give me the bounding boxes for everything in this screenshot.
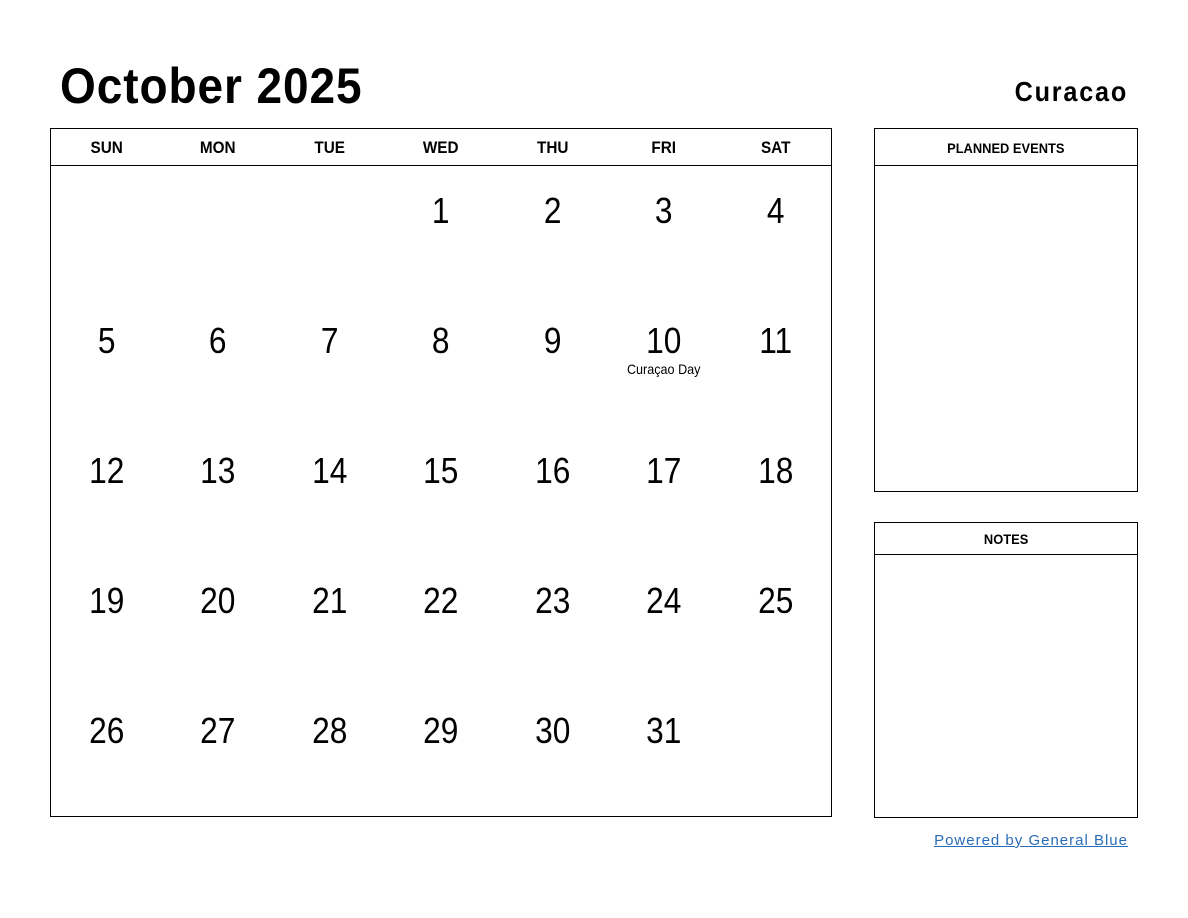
day-number: 24 [646,580,682,621]
day-cell: 4 [720,166,831,296]
day-cell: 11 [720,296,831,426]
calendar-body: 1 2 3 4 5 6 7 8 9 10 Curaçao Day 11 12 13 14 15 16 17 18 19… [51,166,831,816]
notes-panel: NOTES [874,522,1138,818]
day-number: 21 [311,580,348,621]
day-cell: 7 [274,296,385,426]
day-cell: 22 [385,556,496,686]
day-number: 17 [646,450,682,491]
day-cell: 6 [162,296,273,426]
day-number: 23 [534,580,571,621]
holiday-label: Curaçao Day [627,361,701,377]
notes-header: NOTES [875,523,1137,555]
day-number: 4 [766,190,785,231]
weekday-header: SUN MON TUE WED THU FRI SAT [51,129,831,166]
day-cell [51,166,162,296]
day-cell: 30 [497,686,608,816]
day-cell: 20 [162,556,273,686]
planned-events-header: PLANNED EVENTS [875,129,1137,166]
day-number [281,166,379,191]
day-number: 10 [646,320,682,361]
day-cell: 16 [497,426,608,556]
day-cell: 1 [385,166,496,296]
day-number: 7 [320,320,339,361]
day-number: 29 [423,710,459,751]
calendar-grid: SUN MON TUE WED THU FRI SAT 1 2 3 4 5 6 7 8 9 10 C… [50,128,832,817]
day-number: 13 [200,450,236,491]
day-cell: 9 [497,296,608,426]
weekday-mon: MON [200,138,236,157]
weekday-tue: TUE [314,138,345,157]
day-cell [162,166,273,296]
day-number [726,686,824,711]
day-cell: 15 [385,426,496,556]
weekday-wed: WED [423,138,459,157]
day-number: 8 [432,320,450,361]
day-number: 14 [311,450,348,491]
day-number: 5 [97,320,116,361]
day-number: 9 [543,320,562,361]
day-number: 28 [311,710,348,751]
day-number: 1 [432,190,450,231]
powered-by-link[interactable]: Powered by General Blue [934,832,1128,849]
day-number: 15 [423,450,459,491]
day-cell: 28 [274,686,385,816]
day-number: 2 [543,190,562,231]
planned-events-title: PLANNED EVENTS [947,140,1065,156]
day-number: 12 [89,450,125,491]
day-cell: 5 [51,296,162,426]
day-cell: 26 [51,686,162,816]
day-cell: 3 [608,166,719,296]
day-cell: 8 [385,296,496,426]
day-cell: 25 [720,556,831,686]
day-cell: 19 [51,556,162,686]
day-cell: 21 [274,556,385,686]
weekday-thu: THU [536,138,569,157]
day-cell [720,686,831,816]
day-cell: 24 [608,556,719,686]
day-cell: 2 [497,166,608,296]
day-number [58,166,156,191]
planned-events-panel: PLANNED EVENTS [874,128,1138,492]
day-number: 18 [757,450,793,491]
day-number: 25 [757,580,793,621]
page-title: October 2025 [60,58,363,114]
day-number: 26 [89,710,125,751]
day-cell: 14 [274,426,385,556]
day-number: 19 [89,580,125,621]
day-cell: 10 Curaçao Day [608,296,719,426]
day-number: 27 [200,710,236,751]
day-cell: 12 [51,426,162,556]
day-cell: 18 [720,426,831,556]
day-number [169,166,267,191]
weekday-fri: FRI [651,138,677,157]
day-number: 30 [534,710,571,751]
day-number: 20 [200,580,236,621]
day-cell: 17 [608,426,719,556]
weekday-sat: SAT [760,138,790,157]
day-cell: 23 [497,556,608,686]
day-cell: 29 [385,686,496,816]
day-number: 6 [209,320,227,361]
day-number: 3 [655,190,673,231]
weekday-sun: SUN [90,138,123,157]
day-number: 22 [423,580,459,621]
day-cell: 31 [608,686,719,816]
day-number: 31 [646,710,682,751]
day-cell: 13 [162,426,273,556]
day-number: 11 [758,320,792,361]
notes-title: NOTES [983,531,1029,547]
country-label: Curacao [1014,76,1128,107]
day-number: 16 [534,450,571,491]
day-cell: 27 [162,686,273,816]
day-cell [274,166,385,296]
